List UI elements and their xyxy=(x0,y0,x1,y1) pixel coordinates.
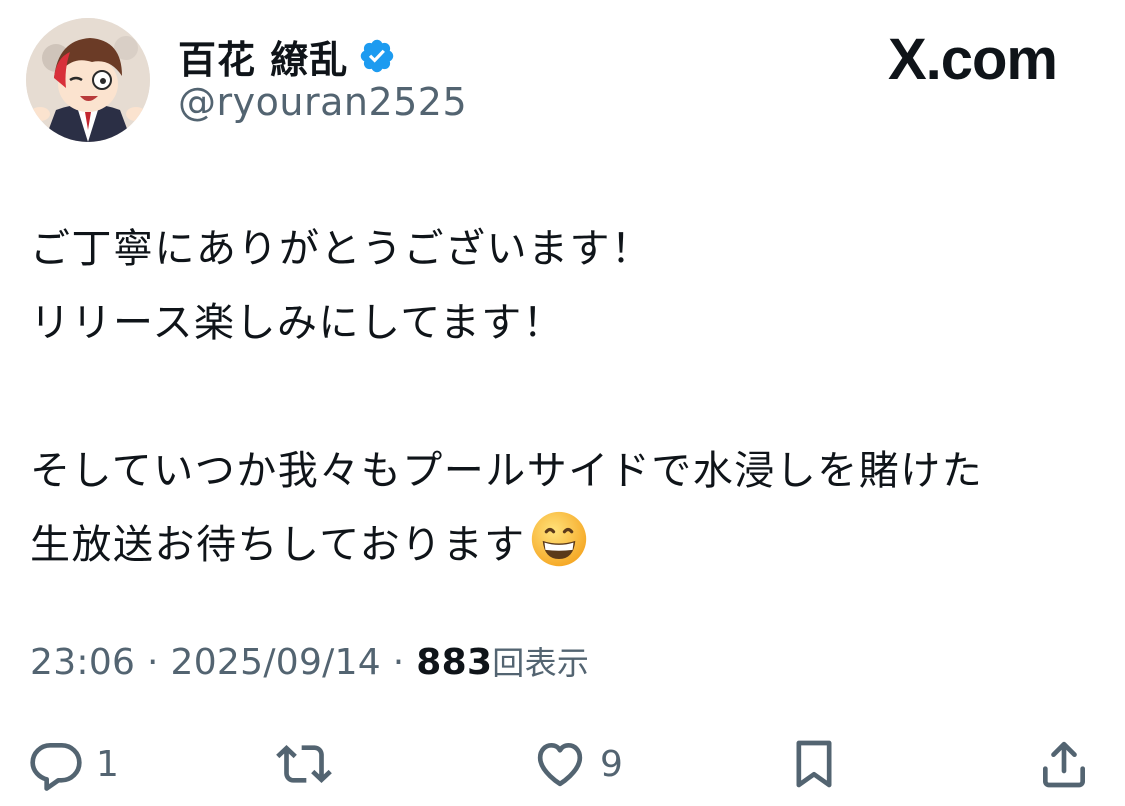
tweet-meta: 23:06 · 2025/09/14 · 883回表示 xyxy=(30,638,589,684)
bookmark-button[interactable] xyxy=(786,736,842,792)
display-name[interactable]: 百花 繚乱 xyxy=(178,29,348,84)
tweet-line: 生放送お待ちしております xyxy=(30,522,526,568)
x-logo: X.com xyxy=(887,27,1058,92)
tweet-line-with-emoji: 生放送お待ちしております xyxy=(30,508,1090,582)
verified-badge-icon xyxy=(361,39,394,73)
tweet-line: ご丁寧にありがとうございます！ xyxy=(30,226,653,272)
retweet-button[interactable] xyxy=(276,736,344,792)
author-name-row[interactable]: 百花 繚乱 xyxy=(178,28,396,84)
tweet-date[interactable]: 2025/09/14 xyxy=(171,642,382,683)
heart-icon xyxy=(537,743,583,787)
share-button[interactable] xyxy=(1036,736,1092,792)
reply-icon xyxy=(30,743,82,791)
bookmark-icon xyxy=(796,740,832,788)
share-icon xyxy=(1043,741,1085,788)
views-count: 883 xyxy=(416,642,493,683)
reply-count: 1 xyxy=(96,743,119,785)
tweet-line: リリース楽しみにしてます！ xyxy=(30,300,565,346)
tweet-text: ご丁寧にありがとうございます！ リリース楽しみにしてます！ そしていつか我々もプ… xyxy=(30,212,1090,582)
tweet-line: そしていつか我々もプールサイドで水浸しを賭けた xyxy=(30,448,984,494)
views-label: 回表示 xyxy=(492,644,590,682)
avatar-image xyxy=(26,18,150,142)
tweet-time[interactable]: 23:06 xyxy=(30,642,135,683)
user-handle[interactable]: @ryouran2525 xyxy=(178,80,467,124)
grinning-face-emoji-icon xyxy=(531,511,586,567)
reply-button[interactable]: 1 xyxy=(28,736,119,792)
retweet-icon xyxy=(276,745,332,783)
avatar[interactable] xyxy=(26,18,150,142)
like-count: 9 xyxy=(600,743,623,785)
tweet-action-bar: 1 9 xyxy=(0,728,1125,798)
like-button[interactable]: 9 xyxy=(532,736,623,792)
meta-separator: · xyxy=(392,642,405,683)
meta-separator: · xyxy=(147,642,159,683)
